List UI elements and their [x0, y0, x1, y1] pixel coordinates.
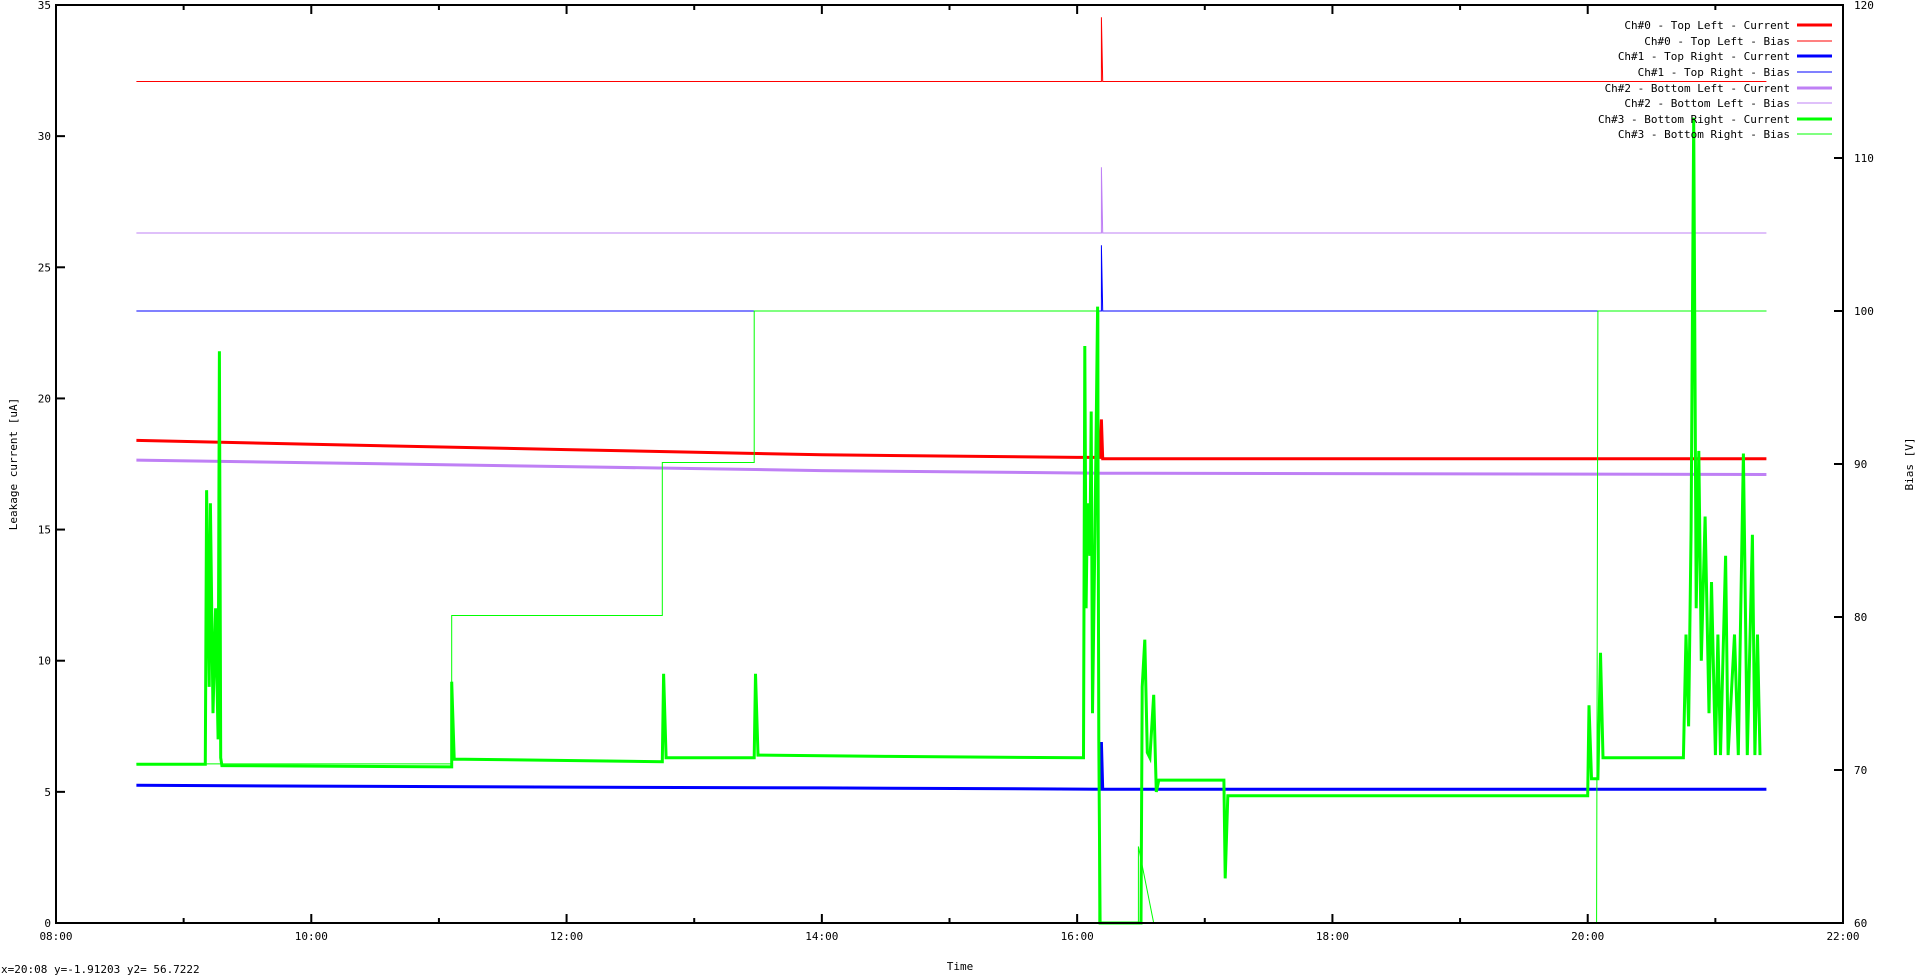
- legend-label-6: Ch#3 - Bottom Right - Current: [1598, 113, 1790, 126]
- legend-label-0: Ch#0 - Top Left - Current: [1624, 19, 1790, 32]
- series-line-5: [136, 167, 1767, 234]
- y-tick-label: 30: [38, 130, 51, 143]
- legend-label-1: Ch#0 - Top Left - Bias: [1644, 35, 1790, 48]
- x-tick-label: 08:00: [39, 930, 72, 943]
- series-line-7: [136, 310, 1767, 924]
- series-line-4: [136, 458, 1767, 476]
- y-tick-label: 25: [38, 261, 51, 274]
- x-tick-label: 12:00: [550, 930, 583, 943]
- series-line-0: [136, 419, 1767, 461]
- x-tick-label: 22:00: [1826, 930, 1859, 943]
- series-line-1: [136, 17, 1767, 82]
- series-layer: [136, 17, 1767, 925]
- leakage-current-chart[interactable]: 08:00 10:00 12:00 14:00 16:00 18:00 20:00 22:00…: [0, 0, 1920, 977]
- y-axis-label: Leakage current [uA]: [7, 398, 20, 530]
- x-tick-label: 18:00: [1316, 930, 1349, 943]
- x-tick-label: 16:00: [1061, 930, 1094, 943]
- legend: Ch#0 - Top Left - Current Ch#0 - Top Left…: [1598, 19, 1832, 141]
- y2-tick-label: 80: [1854, 611, 1867, 624]
- legend-label-5: Ch#2 - Bottom Left - Bias: [1624, 97, 1790, 110]
- y-tick-label: 0: [44, 917, 51, 930]
- y2-tick-label: 90: [1854, 458, 1867, 471]
- x-tick-label: 10:00: [295, 930, 328, 943]
- y-tick-label: 5: [44, 786, 51, 799]
- legend-label-4: Ch#2 - Bottom Left - Current: [1605, 82, 1790, 95]
- y2-tick-label: 110: [1854, 152, 1874, 165]
- legend-label-2: Ch#1 - Top Right - Current: [1618, 50, 1790, 63]
- y-tick-label: 10: [38, 655, 51, 668]
- y2-tick-label: 70: [1854, 764, 1867, 777]
- status-bar-coordinates: x=20:08 y=-1.91203 y2= 56.7222: [1, 963, 200, 976]
- y-tick-label: 35: [38, 0, 51, 12]
- y-tick-label: 15: [38, 524, 51, 537]
- legend-label-7: Ch#3 - Bottom Right - Bias: [1618, 128, 1790, 141]
- y2-tick-label: 120: [1854, 0, 1874, 12]
- x-tick-label: 20:00: [1571, 930, 1604, 943]
- y-tick-label: 20: [38, 392, 51, 405]
- series-line-6: [136, 117, 1762, 925]
- x-axis-label: Time: [947, 960, 974, 973]
- y2-tick-label: 100: [1854, 305, 1874, 318]
- y2-tick-label: 60: [1854, 917, 1867, 930]
- legend-label-3: Ch#1 - Top Right - Bias: [1638, 66, 1790, 79]
- y2-axis-label: Bias [V]: [1903, 438, 1916, 491]
- x-tick-label: 14:00: [805, 930, 838, 943]
- series-line-3: [136, 245, 1767, 312]
